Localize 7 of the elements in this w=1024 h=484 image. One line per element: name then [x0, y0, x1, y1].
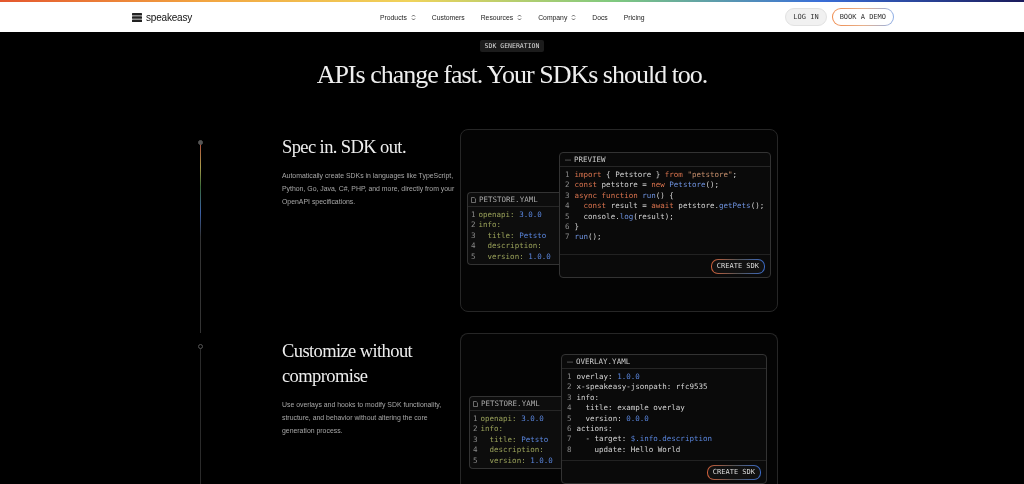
feature-title: Customize without compromise [282, 340, 414, 388]
file-icon [473, 400, 478, 407]
stack-icon [132, 12, 142, 22]
file-icon [471, 196, 476, 203]
headline: APIs change fast. Your SDKs should too. [316, 60, 708, 90]
brand-name[interactable]: speakeasy [146, 11, 192, 23]
feature-title: Spec in. SDK out. [282, 136, 407, 159]
